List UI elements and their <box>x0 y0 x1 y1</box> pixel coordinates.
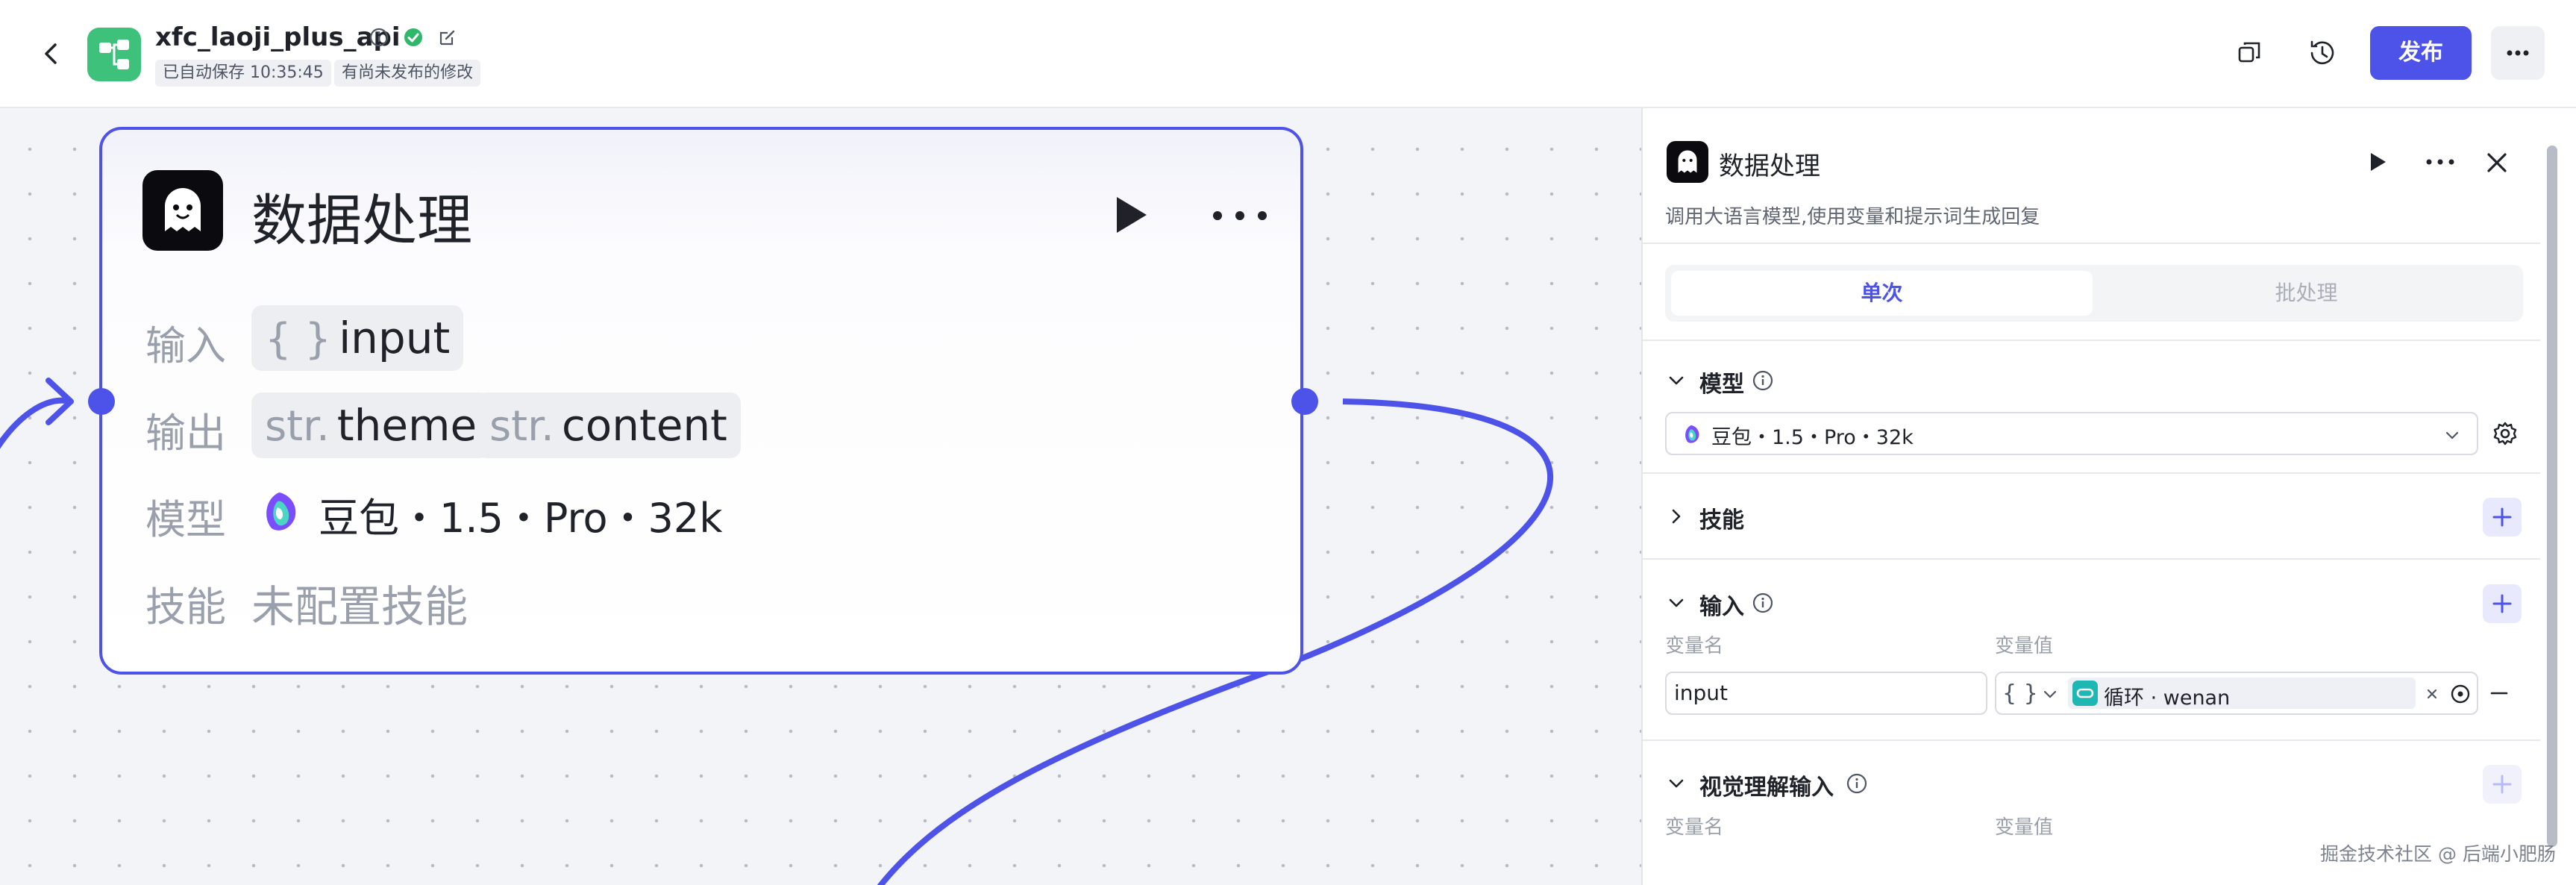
remove-icon[interactable] <box>2487 681 2511 705</box>
var-name-header: 变量名 <box>1665 816 1724 839</box>
string-type-prefix: str. <box>489 402 554 451</box>
var-value-header: 变量值 <box>1995 635 2054 657</box>
vision-section-title: 视觉理解输入 <box>1699 775 1834 801</box>
node-output-chip: str. theme <box>251 393 491 458</box>
string-type-prefix: str. <box>265 402 330 451</box>
tab-single[interactable]: 单次 <box>1671 271 2093 316</box>
var-value-selector[interactable]: { } 循环 · wenan <box>1995 672 2478 715</box>
clear-icon[interactable] <box>2425 687 2439 701</box>
model-select-value: 豆包・1.5・Pro・32k <box>1711 426 1914 449</box>
node-output-chip: str. content <box>476 393 741 458</box>
panel-description: 调用大语言模型,使用变量和提示词生成回复 <box>1665 206 2040 228</box>
more-dots-icon[interactable] <box>2423 151 2457 172</box>
var-name-header: 变量名 <box>1665 635 1724 657</box>
node-model-value: 豆包・1.5・Pro・32k <box>319 495 723 542</box>
object-type-prefix: { } <box>265 315 332 363</box>
add-input-button[interactable] <box>2483 584 2522 623</box>
chevron-down-icon <box>2445 431 2459 440</box>
model-section-title: 模型 <box>1699 372 1744 398</box>
divider <box>1643 472 2540 474</box>
node-output-label: 输出 <box>145 410 226 457</box>
node-input-name: input <box>339 313 451 363</box>
ghost-logo-icon <box>165 188 201 231</box>
node-input-chip: { } input <box>251 305 464 371</box>
node-config-panel: 数据处理 调用大语言模型,使用变量和提示词生成回复 单次 批处理 模型 豆包・1… <box>1641 108 2540 885</box>
value-type-prefix: { } <box>2002 681 2038 707</box>
panel-node-logo <box>1667 141 1708 183</box>
node-skill-value: 未配置技能 <box>251 581 468 632</box>
watermark: 掘金技术社区 @ 后端小肥肠 <box>2320 843 2556 865</box>
node-input-label: 输入 <box>145 322 226 369</box>
divider <box>1643 558 2540 560</box>
close-icon[interactable] <box>2484 150 2510 175</box>
node-input-port[interactable] <box>88 388 115 415</box>
info-icon[interactable] <box>1846 772 1868 795</box>
ghost-logo-icon <box>1678 150 1697 173</box>
node-logo <box>142 170 223 251</box>
node-skill-label: 技能 <box>145 584 226 631</box>
settings-gear-icon[interactable] <box>2492 420 2519 447</box>
model-select[interactable]: 豆包・1.5・Pro・32k <box>1665 412 2478 455</box>
llm-node-card[interactable]: 数据处理 输入 { } input 输出 str. theme str. conten… <box>99 127 1303 675</box>
node-output-name: theme <box>336 400 477 451</box>
plus-icon <box>2492 507 2512 527</box>
plus-icon <box>2492 594 2512 613</box>
node-output-name: content <box>561 400 727 451</box>
var-value-header: 变量值 <box>1995 816 2054 839</box>
var-name-input[interactable]: input <box>1665 672 1987 715</box>
chevron-right-icon[interactable] <box>1665 505 1687 528</box>
run-icon[interactable] <box>2365 150 2389 174</box>
add-vision-input-button[interactable] <box>2483 765 2522 804</box>
panel-scrollbar[interactable] <box>2547 146 2557 847</box>
add-skill-button[interactable] <box>2483 498 2522 537</box>
run-mode-tabs: 单次 批处理 <box>1665 265 2523 322</box>
panel-scrollbar-track <box>2540 108 2576 885</box>
node-title: 数据处理 <box>251 189 472 253</box>
skill-section-title: 技能 <box>1699 507 1744 534</box>
run-node-icon[interactable] <box>1109 194 1151 236</box>
chevron-down-icon[interactable] <box>1665 772 1687 795</box>
variable-reference-text: 循环 · wenan <box>2104 687 2231 710</box>
loop-icon <box>2072 681 2098 706</box>
input-section-title: 输入 <box>1699 594 1744 620</box>
divider <box>1643 739 2540 741</box>
chevron-down-icon[interactable] <box>1665 592 1687 614</box>
divider <box>1643 340 2540 341</box>
chevron-down-icon[interactable] <box>2041 685 2059 703</box>
doubao-model-icon <box>1685 425 1699 443</box>
chevron-down-icon[interactable] <box>1665 369 1687 392</box>
info-icon[interactable] <box>1752 592 1774 614</box>
node-output-port[interactable] <box>1291 388 1318 415</box>
panel-title: 数据处理 <box>1719 151 1820 181</box>
variable-reference-chip: 循环 · wenan <box>2068 678 2416 710</box>
divider <box>1643 243 2540 244</box>
node-more-icon[interactable] <box>1206 204 1273 227</box>
info-icon[interactable] <box>1752 369 1774 392</box>
target-icon[interactable] <box>2448 682 2472 706</box>
doubao-model-icon <box>266 492 296 531</box>
plus-icon <box>2492 775 2512 794</box>
tab-batch[interactable]: 批处理 <box>2096 271 2517 316</box>
node-model-label: 模型 <box>145 496 226 543</box>
